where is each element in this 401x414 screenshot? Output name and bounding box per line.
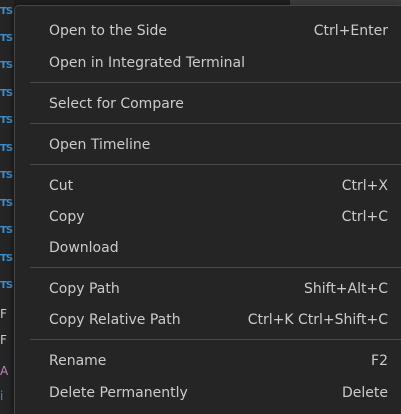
menu-item-label: Download [49, 240, 119, 256]
info-icon[interactable]: i [0, 386, 14, 406]
menu-item-label: Open in Integrated Terminal [49, 55, 245, 71]
menu-item-shortcut: Ctrl+Enter [313, 23, 388, 39]
typescript-file-icon[interactable]: TS [0, 135, 14, 162]
typescript-file-icon[interactable]: TS [0, 272, 14, 299]
menu-item-label: Copy Relative Path [49, 312, 181, 328]
file-icon[interactable]: A [0, 361, 14, 381]
menu-item-label: Open Timeline [49, 137, 151, 153]
menu-separator [30, 123, 401, 124]
menu-item-label: Delete Permanently [49, 385, 188, 401]
menu-item-label: Copy Path [49, 281, 120, 297]
context-menu: Open to the Side Ctrl+Enter Open in Inte… [14, 5, 401, 414]
menu-item-rename[interactable]: Rename F2 [49, 347, 388, 375]
menu-item-shortcut: Shift+Alt+C [303, 281, 388, 297]
screen: TS TS TS TS TS TS TS TS TS TS TS F F A i… [0, 0, 401, 414]
menu-item-select-for-compare[interactable]: Select for Compare [49, 90, 388, 118]
menu-item-copy-path[interactable]: Copy Path Shift+Alt+C [49, 275, 388, 303]
menu-item-shortcut: Ctrl+K Ctrl+Shift+C [247, 312, 388, 328]
menu-item-shortcut: Ctrl+C [341, 209, 388, 225]
menu-item-open-to-side[interactable]: Open to the Side Ctrl+Enter [49, 17, 388, 45]
typescript-file-icon[interactable]: TS [0, 25, 14, 52]
menu-item-copy-relative-path[interactable]: Copy Relative Path Ctrl+K Ctrl+Shift+C [49, 306, 388, 334]
menu-item-cut[interactable]: Cut Ctrl+X [49, 172, 388, 200]
menu-item-label: Open to the Side [49, 23, 168, 39]
file-icon[interactable]: F [0, 330, 14, 350]
menu-item-shortcut: Ctrl+X [341, 178, 388, 194]
file-icon[interactable]: F [0, 304, 14, 324]
typescript-file-icon[interactable]: TS [0, 162, 14, 189]
typescript-file-icon[interactable]: TS [0, 80, 14, 107]
menu-item-copy[interactable]: Copy Ctrl+C [49, 203, 388, 231]
menu-item-label: Select for Compare [49, 96, 184, 112]
menu-item-label: Cut [49, 178, 74, 194]
menu-separator [30, 339, 401, 340]
menu-item-delete-permanently[interactable]: Delete Permanently Delete [49, 379, 388, 407]
menu-separator [30, 267, 401, 268]
typescript-file-icon[interactable]: TS [0, 245, 14, 272]
menu-item-shortcut: F2 [371, 353, 388, 369]
menu-item-label: Copy [49, 209, 85, 225]
typescript-file-icon[interactable]: TS [0, 52, 14, 79]
typescript-file-icon[interactable]: TS [0, 190, 14, 217]
menu-item-label: Rename [49, 353, 107, 369]
menu-item-open-in-terminal[interactable]: Open in Integrated Terminal [49, 49, 388, 77]
menu-item-open-timeline[interactable]: Open Timeline [49, 131, 388, 159]
typescript-file-icon[interactable]: TS [0, 107, 14, 134]
typescript-file-icon[interactable]: TS [0, 0, 14, 25]
menu-item-download[interactable]: Download [49, 234, 388, 262]
menu-separator [30, 164, 401, 165]
menu-separator [30, 82, 401, 83]
file-explorer-strip: TS TS TS TS TS TS TS TS TS TS TS F F A i [0, 0, 14, 414]
menu-item-shortcut: Delete [342, 385, 388, 401]
typescript-file-icon[interactable]: TS [0, 217, 14, 244]
